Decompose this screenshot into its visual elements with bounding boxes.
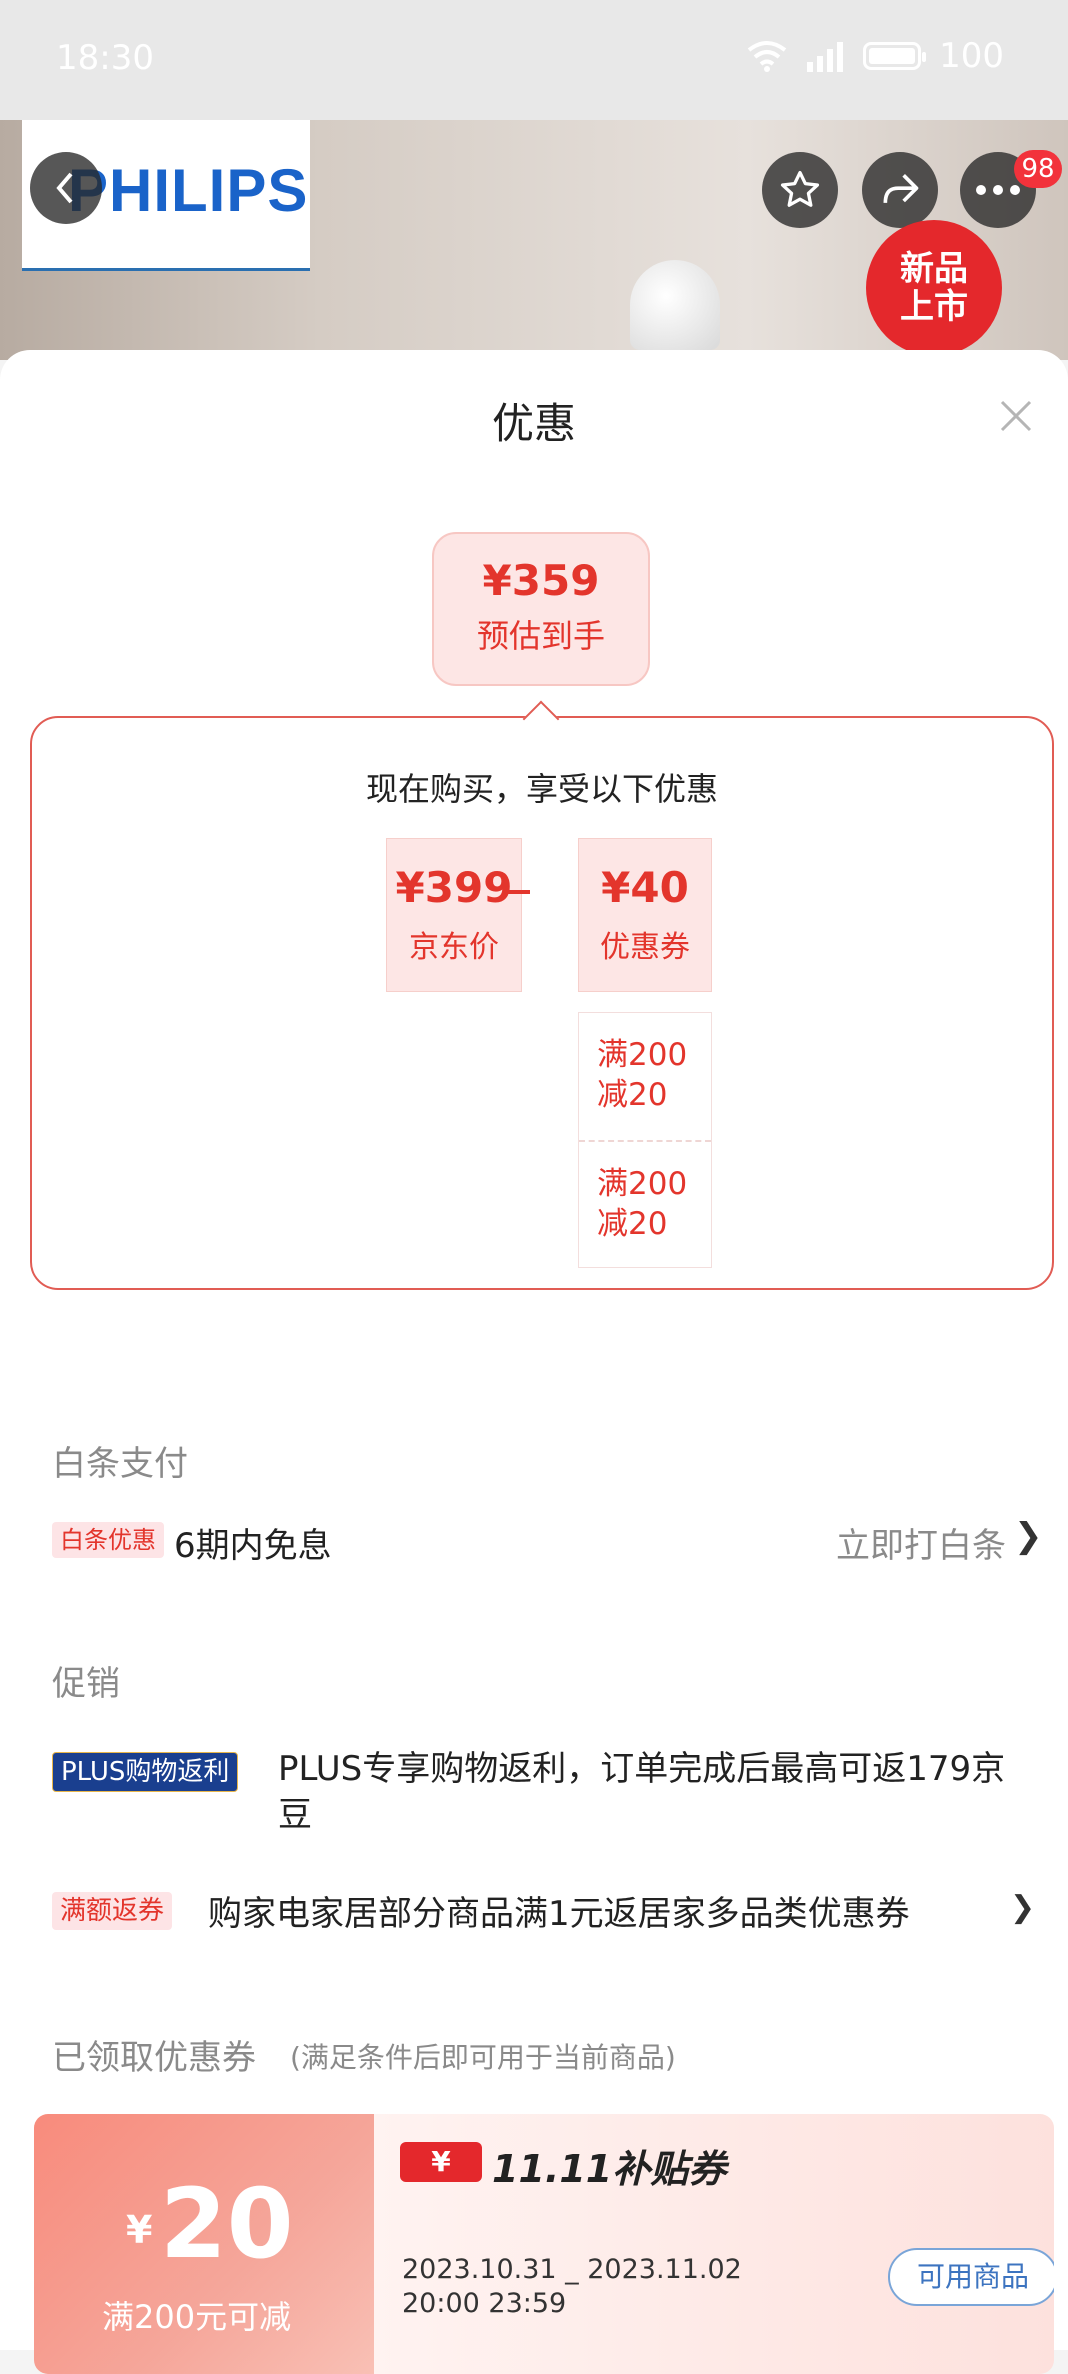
minus-sign bbox=[508, 890, 530, 894]
wifi-icon bbox=[747, 41, 787, 72]
estimated-price: ¥359 bbox=[482, 556, 600, 605]
jd-price-tile: ¥399 京东价 bbox=[386, 838, 522, 992]
coupon-yen-badge: ¥ bbox=[400, 2142, 482, 2182]
status-time: 18:30 bbox=[56, 38, 154, 78]
baitiao-text: 6期内免息 bbox=[174, 1526, 332, 1566]
received-section-subtitle: (满足条件后即可用于当前商品) bbox=[290, 2041, 676, 2074]
coupon-amount-panel: ¥ 20 满200元可减 bbox=[34, 2114, 374, 2374]
status-bar: 18:30 100 bbox=[0, 0, 1068, 120]
coupon-total-tile: ¥40 优惠券 bbox=[578, 838, 712, 992]
available-products-button[interactable]: 可用商品 bbox=[888, 2248, 1054, 2306]
coupon-date-range: 2023.10.31 _ 2023.11.02 bbox=[402, 2254, 742, 2285]
close-icon[interactable] bbox=[996, 396, 1036, 436]
notification-badge: 98 bbox=[1014, 150, 1062, 188]
coupon-info-panel: ¥ 11.11补贴券 2023.10.31 _ 2023.11.02 20:00… bbox=[374, 2114, 1054, 2374]
coupon-condition: 满200元可减 bbox=[102, 2298, 292, 2336]
baitiao-action-link[interactable]: 立即打白条 bbox=[836, 1518, 1006, 1567]
jd-price-label: 京东价 bbox=[409, 930, 499, 965]
new-badge-line2: 上市 bbox=[900, 287, 968, 327]
signal-icon bbox=[807, 42, 844, 72]
product-image bbox=[630, 260, 720, 350]
coupon-item: 满200 减20 bbox=[579, 1013, 711, 1140]
estimated-price-card: ¥359 预估到手 bbox=[432, 532, 650, 686]
chevron-right-icon[interactable]: ❯ bbox=[1014, 1516, 1043, 1556]
battery-level: 100 bbox=[939, 36, 1004, 76]
discount-sheet: 优惠 ¥359 预估到手 现在购买，享受以下优惠 ¥399 京东价 ¥40 优惠… bbox=[0, 350, 1068, 2350]
favorite-button[interactable] bbox=[762, 152, 838, 228]
more-dots-icon bbox=[976, 185, 1020, 195]
coupon-total: ¥40 bbox=[601, 863, 689, 912]
coupon-amount: 20 bbox=[160, 2168, 294, 2280]
chevron-left-icon bbox=[56, 172, 73, 204]
return-coupon-text[interactable]: 购家电家居部分商品满1元返居家多品类优惠券 bbox=[208, 1886, 910, 1935]
coupon-currency: ¥ bbox=[126, 2208, 153, 2252]
status-icons: 100 bbox=[747, 36, 1004, 76]
new-arrival-badge: 新品 上市 bbox=[866, 220, 1002, 356]
breakdown-heading: 现在购买，享受以下优惠 bbox=[365, 770, 718, 808]
coupon-name: 11.11补贴券 bbox=[492, 2147, 727, 2191]
battery-icon bbox=[863, 42, 927, 70]
coupon-total-label: 优惠券 bbox=[600, 930, 690, 965]
plus-rebate-text: PLUS专享购物返利，订单完成后最高可返179京豆 bbox=[278, 1749, 1006, 1835]
baitiao-tag: 白条优惠 bbox=[52, 1522, 164, 1558]
brand-logo-text: PHILIPS bbox=[68, 157, 309, 224]
coupon-time-range: 20:00 23:59 bbox=[402, 2288, 567, 2319]
price-breakdown-box: 现在购买，享受以下优惠 bbox=[30, 716, 1054, 1290]
share-icon bbox=[883, 174, 919, 203]
return-coupon-tag: 满额返券 bbox=[52, 1892, 173, 1930]
received-section-title: 已领取优惠券 bbox=[52, 2038, 256, 2078]
coupon-items-list: 满200 减20 满200 减20 bbox=[578, 1012, 712, 1268]
coupon-item-label: 满200 减20 bbox=[597, 1166, 688, 1242]
promo-section-title: 促销 bbox=[52, 1664, 120, 1704]
baitiao-section-title: 白条支付 bbox=[52, 1444, 188, 1484]
chevron-right-icon[interactable]: ❯ bbox=[1010, 1890, 1035, 1925]
new-badge-line1: 新品 bbox=[900, 249, 968, 289]
coupon-item: 满200 减20 bbox=[579, 1140, 711, 1267]
jd-price: ¥399 bbox=[395, 863, 513, 912]
coupon-card: ¥ 20 满200元可减 ¥ 11.11补贴券 2023.10.31 _ 202… bbox=[34, 2114, 1054, 2374]
sheet-title: 优惠 bbox=[491, 399, 576, 448]
star-icon bbox=[780, 170, 820, 207]
coupon-item-label: 满200 减20 bbox=[597, 1037, 688, 1113]
estimated-price-label: 预估到手 bbox=[476, 617, 605, 655]
plus-rebate-tag: PLUS购物返利 bbox=[52, 1752, 239, 1792]
back-button[interactable] bbox=[30, 152, 102, 224]
share-button[interactable] bbox=[862, 152, 938, 228]
